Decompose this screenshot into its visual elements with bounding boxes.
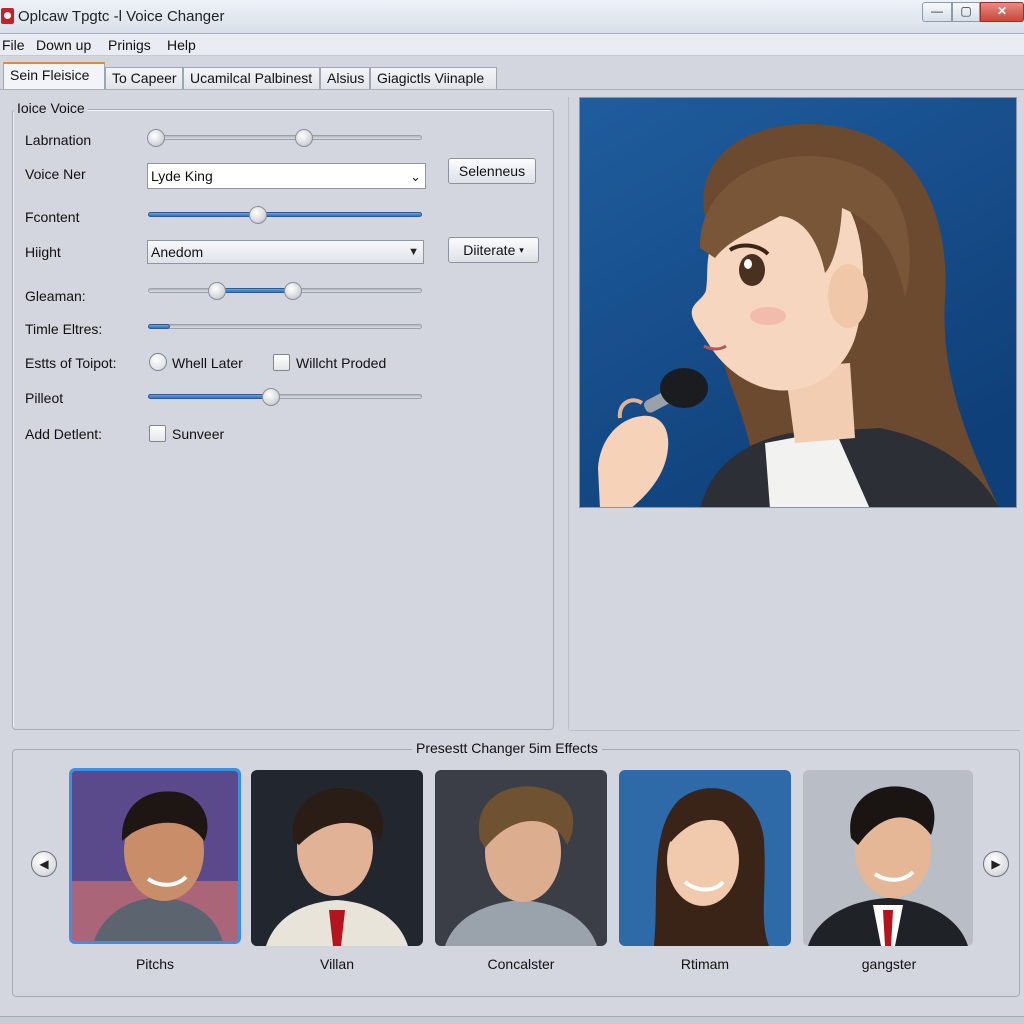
fcontent-label: Fcontent [25,209,80,225]
chevron-down-icon: ⌄ [410,169,421,184]
tab-divider [0,89,1024,90]
preset-label-pitchs: Pitchs [135,956,175,972]
tab-sein-fleisice[interactable]: Sein Fleisice [3,62,105,90]
preset-label-villan: Villan [320,956,354,972]
hiight-select[interactable]: Anedom ▼ [147,240,424,264]
pilleot-slider[interactable] [148,388,422,406]
tab-to-capeer[interactable]: To Capeer [105,67,183,89]
panel-divider [570,730,1020,731]
close-button[interactable]: ✕ [980,2,1024,22]
character-preview-image [579,97,1017,508]
slider-thumb-low[interactable] [207,282,226,300]
slider-fill [148,324,170,329]
tab-strip: Sein Fleisice To Capeer Ucamilcal Palbin… [0,56,1024,90]
voice-ner-select[interactable]: Lyde King ⌄ [147,163,426,189]
diiterate-button[interactable]: Diiterate ▾ [448,237,539,263]
gleaman-label: Gleaman: [25,288,86,304]
slider-thumb-low[interactable] [147,129,166,147]
avatar [803,770,973,946]
timle-eltres-slider[interactable] [148,319,422,335]
slider-fill [216,288,294,293]
labrnation-range-slider[interactable] [147,129,422,147]
fcontent-slider[interactable] [148,206,422,224]
avatar [251,770,423,946]
tab-alsius[interactable]: Alsius [320,67,370,89]
dropdown-arrow-icon: ▼ [408,246,419,258]
preset-card-villan[interactable] [251,770,423,946]
whell-later-radio[interactable] [149,353,167,371]
presets-group-title: Presestt Changer 5im Effects [412,740,602,756]
menu-help[interactable]: Help [167,37,196,53]
panel-divider [568,97,569,730]
sunveer-checkbox[interactable] [149,425,166,442]
voice-ner-label: Voice Ner [25,166,86,182]
minimize-button[interactable]: — [922,2,952,22]
next-preset-button[interactable]: ▶ [983,851,1009,877]
preset-card-pitchs[interactable] [69,768,241,944]
willcht-proded-label: Willcht Proded [296,355,387,371]
prev-preset-button[interactable]: ◀ [31,851,57,877]
voice-ner-value: Lyde King [151,168,213,184]
slider-fill [148,212,422,217]
avatar [619,770,791,946]
preset-label-concalster: Concalster [487,956,555,972]
sunveer-label: Sunveer [172,426,225,442]
hiight-label: Hiight [25,244,61,260]
voice-group-title: Ioice Voice [14,100,88,116]
tab-giagictls-viinaple[interactable]: Giagictls Viinaple [370,67,497,89]
chevron-right-icon: ▶ [991,857,1001,871]
diiterate-label: Diiterate [463,242,516,258]
add-detlent-label: Add Detlent: [25,426,103,442]
willcht-proded-checkbox[interactable] [273,354,290,371]
slider-fill [148,394,272,399]
preset-label-rtimam: Rtimam [680,956,730,972]
app-icon [1,8,14,24]
title-bar: Oplcaw Tpgtc -l Voice Changer — ▢ ✕ [0,0,1024,34]
avatar [72,771,238,941]
chevron-down-icon: ▾ [519,245,524,255]
estts-of-toipot-label: Estts of Toipot: [25,355,117,371]
selenneus-button[interactable]: Selenneus [448,158,536,184]
bottom-border [0,1016,1024,1024]
voice-group-box [12,109,554,730]
slider-track [148,135,422,140]
slider-thumb-high[interactable] [295,129,314,147]
labrnation-label: Labrnation [25,132,92,148]
pilleot-label: Pilleot [25,390,64,406]
maximize-button[interactable]: ▢ [952,2,980,22]
chevron-left-icon: ◀ [39,857,49,871]
whell-later-label: Whell Later [172,355,243,371]
preset-card-gangster[interactable] [803,770,973,946]
preset-label-gangster: gangster [861,956,917,972]
window-title: Oplcaw Tpgtc -l Voice Changer [18,8,225,25]
preview-illustration [580,98,1016,507]
menu-down-up[interactable]: Down up [36,37,91,53]
menu-prinigs[interactable]: Prinigs [108,37,151,53]
preset-card-concalster[interactable] [435,770,607,946]
timle-eltres-label: Timle Eltres: [25,321,103,337]
hiight-value: Anedom [151,244,204,260]
menu-bar: File Down up Prinigs Help [0,34,1024,56]
preset-card-rtimam[interactable] [619,770,791,946]
gleaman-range-slider[interactable] [148,282,422,300]
avatar [435,770,607,946]
slider-thumb[interactable] [248,206,267,224]
tab-ucamilcal-palbinest[interactable]: Ucamilcal Palbinest [183,67,320,89]
slider-thumb-high[interactable] [284,282,303,300]
slider-thumb[interactable] [262,388,281,406]
menu-file[interactable]: File [2,37,25,53]
slider-track [148,324,422,329]
